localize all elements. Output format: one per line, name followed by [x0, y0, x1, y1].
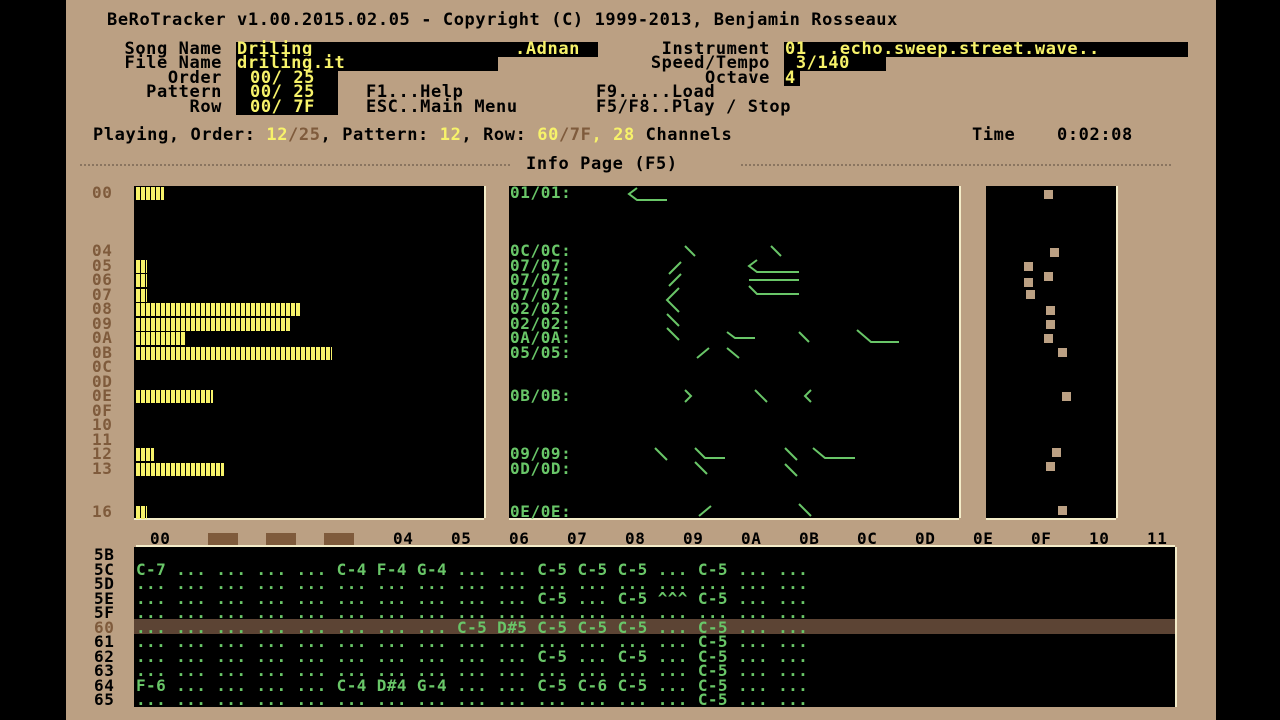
channel-header-0D[interactable]: 0D [915, 531, 935, 547]
speed-tempo-field[interactable]: 3/140 [784, 55, 886, 72]
vu-bar [136, 332, 185, 345]
scope-dot [1044, 190, 1053, 199]
octave-field[interactable]: 4 [784, 68, 800, 88]
scope-dot [1044, 334, 1053, 343]
scope-dot [1050, 248, 1059, 257]
channel-header-04[interactable]: 04 [393, 531, 413, 547]
scope-strokes [627, 187, 899, 517]
vu-bar [136, 346, 332, 360]
channel-header-00[interactable]: 00 [150, 531, 170, 547]
vu-meter-panel [134, 186, 484, 519]
sample-scope-panel: 01/01: 0C/0C: 07/07: 07/07: 07/07: 02/02: 02/0… [509, 185, 959, 519]
mini-scope-panel [986, 186, 1116, 518]
channel-header-0A[interactable]: 0A [741, 531, 761, 547]
vu-bar [136, 303, 301, 316]
channel-header-05[interactable]: 05 [451, 531, 471, 547]
channel-header-09[interactable]: 09 [683, 531, 703, 547]
time-label: Time [972, 125, 1016, 145]
vu-channel-label: 00 [92, 183, 113, 202]
divider-right [741, 164, 1171, 166]
tracker-screen: BeRoTracker v1.00.2015.02.05 - Copyright… [66, 0, 1216, 720]
row-number: 65 [94, 690, 115, 709]
scope-dot [1024, 278, 1033, 287]
channel-header-06[interactable]: 06 [509, 531, 529, 547]
channel-header-0B[interactable]: 0B [799, 531, 819, 547]
instrument-name: .echo.sweep.street.wave.. [829, 39, 1100, 59]
scope-dot [1052, 448, 1061, 457]
scope-dot [1058, 506, 1067, 515]
channel-header-11[interactable]: 11 [1147, 531, 1167, 547]
scope-dot [1058, 348, 1067, 357]
row-value: 00/ 7F [250, 97, 316, 117]
scope-dot [1062, 392, 1071, 401]
vu-bar [136, 462, 224, 476]
info-page-title: Info Page (F5) [526, 154, 678, 174]
app-title: BeRoTracker v1.00.2015.02.05 - Copyright… [107, 10, 898, 30]
scope-dot [1044, 272, 1053, 281]
vu-bar [136, 390, 213, 403]
divider-left [80, 164, 510, 166]
time-value: 0:02:08 [1057, 125, 1133, 145]
vu-channel-label: 13 [92, 458, 113, 478]
vu-bar [136, 288, 147, 302]
pattern-row[interactable]: ... ... ... ... ... ... ... ... ... ... … [136, 692, 808, 708]
help-esc[interactable]: ESC..Main Menu [366, 99, 518, 116]
vu-bar [136, 274, 147, 287]
channel-header-0E[interactable]: 0E [973, 531, 993, 547]
scope-dot [1046, 462, 1055, 471]
channel-header-10[interactable]: 10 [1089, 531, 1109, 547]
vu-bar [136, 448, 154, 461]
scope-dot [1026, 290, 1035, 299]
channel-header-0F[interactable]: 0F [1031, 531, 1051, 547]
vu-bar [136, 506, 147, 519]
octave-value: 4 [785, 68, 796, 88]
channel-header-08[interactable]: 08 [625, 531, 645, 547]
channel-header-0C[interactable]: 0C [857, 531, 877, 547]
help-f5f8[interactable]: F5/F8..Play / Stop [596, 99, 791, 116]
vu-channel-label: 16 [92, 502, 113, 521]
row-label: Row [189, 97, 222, 117]
scope-dot [1046, 306, 1055, 315]
playing-status: Playing, Order: 12/25, Pattern: 12, Row:… [93, 125, 733, 145]
vu-bar [136, 187, 164, 200]
vu-bar [136, 259, 147, 273]
row-field[interactable]: 00/ 7F [236, 97, 338, 117]
vu-bar [136, 317, 290, 331]
channel-header-07[interactable]: 07 [567, 531, 587, 547]
scope-dot [1046, 320, 1055, 329]
scope-dot [1024, 262, 1033, 271]
